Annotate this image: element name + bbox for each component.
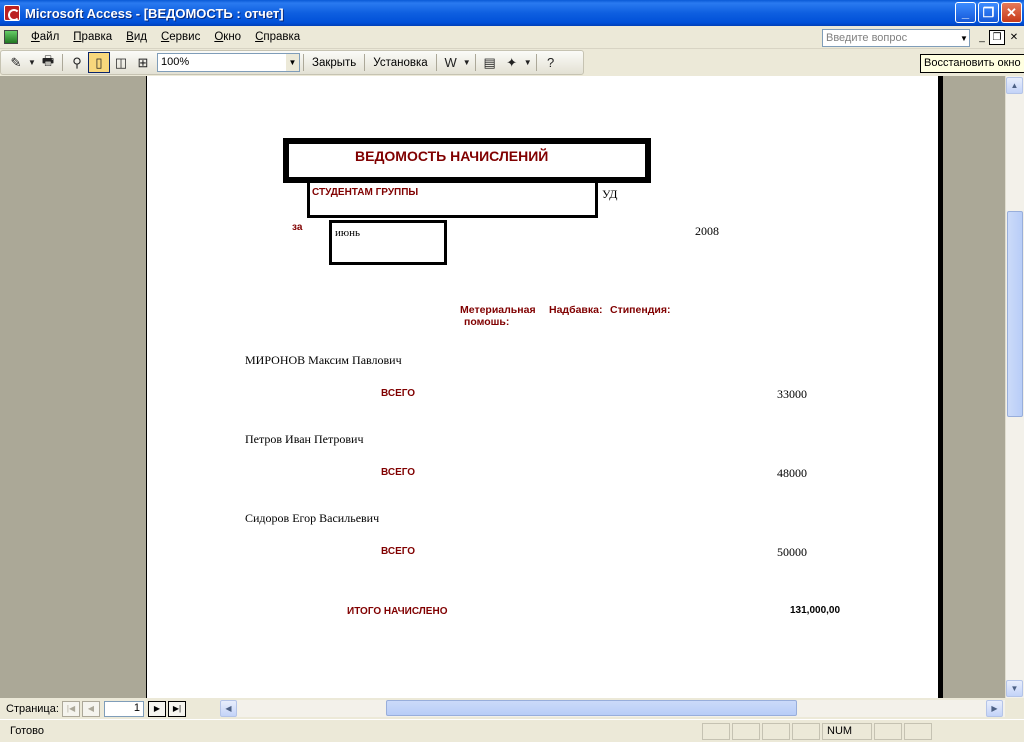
student-total-label: ВСЕГО	[381, 546, 416, 557]
scroll-down-arrow-icon[interactable]: ▼	[1006, 680, 1023, 697]
horizontal-scroll-thumb[interactable]	[386, 700, 797, 716]
student-name: Петров Иван Петрович	[245, 432, 364, 446]
report-title: ВЕДОМОСТЬ НАЧИСЛЕНИЙ	[355, 148, 549, 164]
separator	[364, 54, 366, 71]
office-links-icon[interactable]: W	[440, 52, 462, 73]
grand-total-value: 131,000,00	[790, 605, 841, 616]
column-bonus: Надбавка:	[549, 304, 603, 316]
year-value: 2008	[695, 224, 719, 238]
status-bar: Готово NUM	[0, 719, 1024, 742]
status-text: Готово	[10, 725, 44, 737]
zoom-icon[interactable]: ⚲	[66, 52, 88, 73]
close-preview-button[interactable]: Закрыть	[307, 57, 361, 69]
design-view-icon[interactable]: ✎	[5, 52, 27, 73]
menu-file[interactable]: Файл	[24, 31, 66, 43]
scroll-up-arrow-icon[interactable]: ▲	[1006, 77, 1023, 94]
previous-page-button[interactable]: ◀	[82, 700, 100, 717]
print-preview-toolbar: ✎ ▼ 🖶 ⚲ ▯ ◫ ⊞ 100% ▼ Закрыть Установка W…	[0, 50, 584, 75]
separator	[62, 54, 63, 71]
print-icon[interactable]: 🖶	[37, 52, 59, 73]
menu-bar: Файл Правка Вид Сервис Окно Справка Введ…	[0, 26, 1024, 49]
student-total-label: ВСЕГО	[381, 388, 416, 399]
ask-dropdown-icon[interactable]: ▼	[958, 29, 970, 47]
database-window-icon[interactable]: ▤	[479, 52, 501, 73]
status-cell	[874, 722, 902, 740]
separator	[303, 54, 304, 71]
scroll-left-arrow-icon[interactable]: ◀	[220, 700, 237, 717]
separator	[474, 54, 476, 71]
column-stipend: Стипендия:	[610, 304, 671, 316]
status-cell	[904, 722, 932, 740]
status-cell	[702, 722, 730, 740]
multiple-pages-icon[interactable]: ⊞	[132, 52, 154, 73]
menu-help[interactable]: Справка	[248, 31, 307, 43]
window-controls: _ ❐ ✕	[955, 2, 1022, 23]
column-material-help-line2: помошь:	[464, 316, 510, 328]
num-lock-indicator: NUM	[822, 722, 872, 740]
horizontal-scrollbar[interactable]: ◀ ▶	[220, 700, 1005, 717]
last-page-button[interactable]: ▶|	[168, 700, 186, 717]
student-name: МИРОНОВ Максим Павлович	[245, 353, 402, 367]
window-title: Microsoft Access - [ВЕДОМОСТЬ : отчет]	[25, 5, 284, 21]
group-value: УД	[602, 187, 618, 201]
month-value: июнь	[335, 227, 361, 239]
group-label-frame	[307, 180, 598, 218]
zoom-dropdown-icon[interactable]: ▼	[286, 54, 299, 71]
page-right-edge	[938, 76, 943, 698]
ask-question-input[interactable]: Введите вопрос	[822, 29, 970, 47]
close-button[interactable]: ✕	[1001, 2, 1022, 23]
period-label: за	[292, 222, 303, 233]
student-name: Сидоров Егор Васильевич	[245, 511, 380, 525]
column-material-help: Метериальная	[460, 304, 536, 316]
menu-tools[interactable]: Сервис	[154, 31, 207, 43]
report-preview-area[interactable]: ВЕДОМОСТЬ НАЧИСЛЕНИЙ СТУДЕНТАМ ГРУППЫ УД…	[0, 76, 1005, 698]
report-page: ВЕДОМОСТЬ НАЧИСЛЕНИЙ СТУДЕНТАМ ГРУППЫ УД…	[146, 76, 938, 698]
group-label: СТУДЕНТАМ ГРУППЫ	[312, 187, 419, 198]
access-app-icon[interactable]	[4, 5, 20, 21]
grand-total-label: ИТОГО НАЧИСЛЕНО	[347, 606, 448, 617]
one-page-icon[interactable]: ▯	[88, 52, 110, 73]
title-bar: Microsoft Access - [ВЕДОМОСТЬ : отчет] _…	[0, 0, 1024, 26]
zoom-value: 100%	[161, 56, 190, 68]
office-links-dropdown-icon[interactable]: ▼	[462, 52, 472, 73]
student-total: 33000	[777, 387, 807, 401]
menu-view[interactable]: Вид	[119, 31, 154, 43]
new-object-icon[interactable]: ✦	[501, 52, 523, 73]
next-page-button[interactable]: ▶	[148, 700, 166, 717]
vertical-scroll-thumb[interactable]	[1007, 211, 1023, 417]
student-total: 48000	[777, 466, 807, 480]
mdi-close-button[interactable]: ✕	[1006, 30, 1022, 45]
new-object-dropdown-icon[interactable]: ▼	[523, 52, 533, 73]
record-navigation: Страница: |◀ ◀ 1 ▶ ▶| ◀ ▶	[0, 698, 1024, 719]
zoom-select[interactable]: 100% ▼	[157, 53, 300, 72]
report-menu-icon[interactable]	[4, 30, 18, 44]
restore-button[interactable]: ❐	[978, 2, 999, 23]
student-total: 50000	[777, 545, 807, 559]
minimize-button[interactable]: _	[955, 2, 976, 23]
vertical-scrollbar[interactable]: ▲ ▼	[1005, 76, 1024, 698]
separator	[535, 54, 537, 71]
page-label: Страница:	[6, 702, 59, 715]
student-total-label: ВСЕГО	[381, 467, 416, 478]
status-cell	[762, 722, 790, 740]
mdi-restore-button[interactable]: ❐	[989, 30, 1005, 45]
menu-window[interactable]: Окно	[207, 31, 248, 43]
page-number-input[interactable]: 1	[104, 700, 144, 717]
two-pages-icon[interactable]: ◫	[110, 52, 132, 73]
separator	[435, 54, 437, 71]
first-page-button[interactable]: |◀	[62, 700, 80, 717]
status-cell	[792, 722, 820, 740]
mdi-minimize-button[interactable]: _	[974, 30, 990, 45]
view-dropdown-icon[interactable]: ▼	[27, 52, 37, 73]
status-cell	[732, 722, 760, 740]
help-icon[interactable]: ?	[540, 52, 562, 73]
restore-window-tooltip: Восстановить окно	[920, 54, 1024, 73]
scroll-right-arrow-icon[interactable]: ▶	[986, 700, 1003, 717]
menu-edit[interactable]: Правка	[66, 31, 119, 43]
page-setup-button[interactable]: Установка	[368, 57, 432, 69]
